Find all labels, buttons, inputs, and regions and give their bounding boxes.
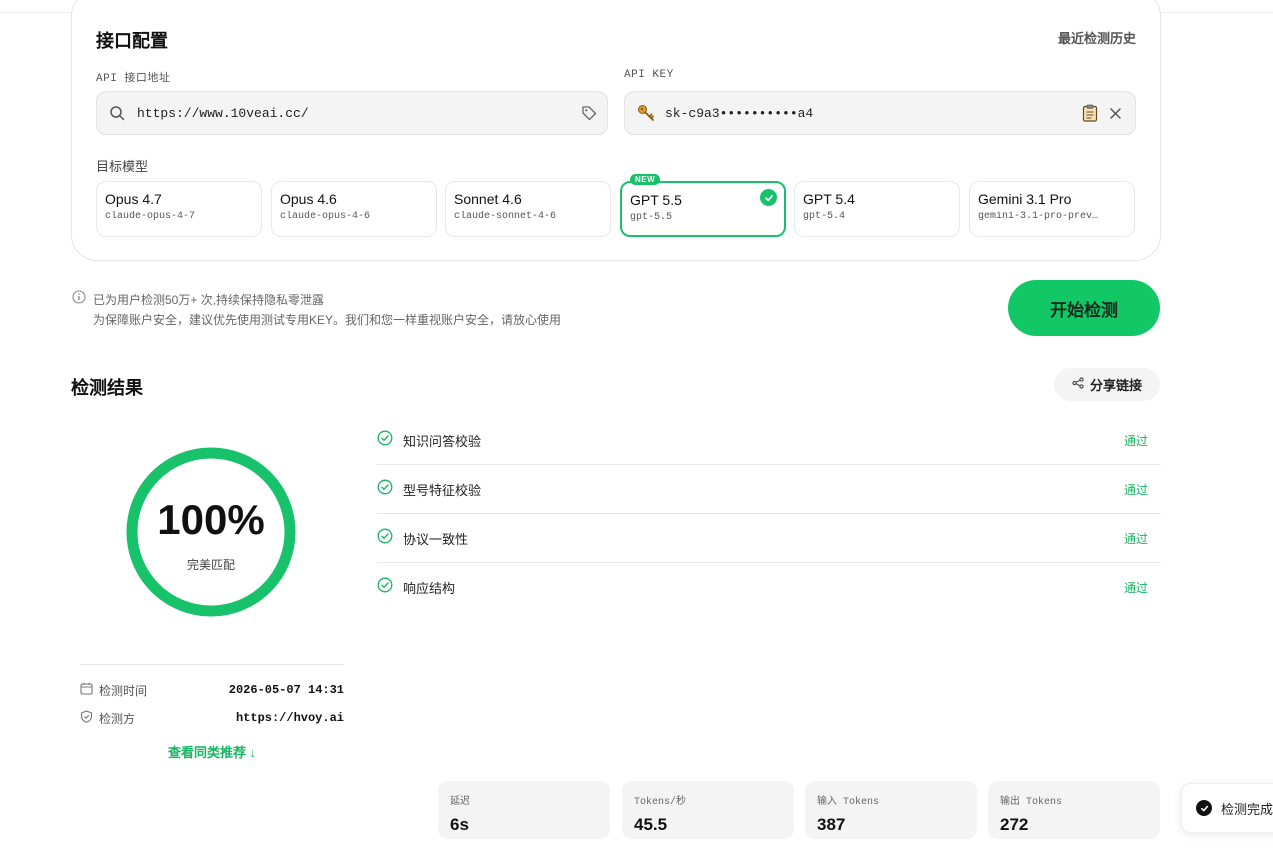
check-name: 知识问答校验 [403,433,482,449]
notice-line-1: 已为用户检测50万+ 次,持续保持隐私零泄露 [93,293,325,307]
model-id: gpt-5.5 [630,212,673,223]
shield-icon [80,710,93,726]
meta-divider [80,664,344,665]
config-card: 接口配置 最近检测历史 API 接口地址 https://www.10veai.… [71,0,1161,261]
models-label: 目标模型 [96,159,149,174]
score-percent: 100% [157,496,265,543]
model-id: claude-sonnet-4-6 [454,211,557,222]
check-row-response: 响应结构 通过 [377,563,1161,612]
share-link-button[interactable]: 分享链接 [1054,368,1160,401]
api-url-label: API 接口地址 [96,73,171,85]
privacy-notice: 已为用户检测50万+ 次,持续保持隐私零泄露 为保障账户安全，建议优先使用测试专… [72,290,561,330]
history-link[interactable]: 最近检测历史 [1058,28,1136,47]
toast-notification: 检测完成 [1181,783,1273,833]
model-name: Opus 4.6 [280,191,337,207]
check-time-value: 2026-05-07 14:31 [228,683,344,697]
stat-tokens-per-sec: Tokens/秒 45.5 [622,781,794,839]
check-icon [1196,800,1212,816]
model-card-opus-4-6[interactable]: Opus 4.6 claude-opus-4-6 [271,181,437,237]
stat-input-tokens: 输入 Tokens 387 [805,781,977,839]
results-title: 检测结果 [71,378,143,398]
model-card-gpt-5-5[interactable]: NEW GPT 5.5 gpt-5.5 [620,174,786,237]
calendar-icon [80,682,93,698]
stat-label: 延迟 [450,797,470,808]
config-title: 接口配置 [96,31,168,51]
stat-label: Tokens/秒 [634,797,687,808]
check-circle-icon [377,528,393,549]
tester-row: 检测方 https://hvoy.ai [80,709,344,727]
share-icon [1072,377,1084,392]
model-name: Gemini 3.1 Pro [978,191,1072,207]
model-name: GPT 5.5 [630,192,682,208]
check-name: 响应结构 [403,581,456,596]
check-name: 协议一致性 [403,531,469,547]
check-name: 型号特征校验 [403,482,482,498]
check-circle-icon [377,577,393,598]
api-key-field[interactable]: sk-c9a3••••••••••a4 [624,91,1136,135]
model-id: gpt-5.4 [803,211,846,222]
new-badge: NEW [630,174,661,185]
api-key-label: API KEY [624,69,674,81]
model-card-sonnet-4-6[interactable]: Sonnet 4.6 claude-sonnet-4-6 [445,181,611,237]
info-icon [72,290,86,310]
check-status: 通过 [1123,531,1148,546]
api-url-value: https://www.10veai.cc/ [137,105,309,121]
key-icon [637,104,655,122]
search-icon [109,105,125,121]
api-url-field[interactable]: https://www.10veai.cc/ [96,91,608,135]
model-id: claude-opus-4-7 [105,211,196,222]
check-circle-icon [377,430,393,451]
stat-label: 输出 Tokens [1000,797,1063,808]
tag-icon[interactable] [581,105,597,121]
check-status: 通过 [1123,433,1148,448]
check-row-model-feature: 型号特征校验 通过 [377,465,1161,514]
stat-output-tokens: 输出 Tokens 272 [988,781,1160,839]
model-name: Opus 4.7 [105,191,162,207]
check-status: 通过 [1123,482,1148,497]
score-label: 完美匹配 [186,558,235,572]
start-check-button[interactable]: 开始检测 [1008,280,1160,336]
model-card-gemini-3-1-pro[interactable]: Gemini 3.1 Pro gemini-3.1-pro-prev… [969,181,1135,237]
check-circle-icon [377,479,393,500]
check-row-knowledge: 知识问答校验 通过 [377,416,1161,465]
notice-line-2: 为保障账户安全，建议优先使用测试专用KEY。我们和您一样重视账户安全，请放心使用 [93,313,562,327]
model-id: gemini-3.1-pro-prev… [978,211,1099,222]
stat-latency: 延迟 6s [438,781,610,839]
model-name: GPT 5.4 [803,191,855,207]
stat-label: 输入 Tokens [817,797,880,808]
check-time-row: 检测时间 2026-05-07 14:31 [80,681,344,699]
stat-value: 6s [450,815,469,834]
model-card-gpt-5-4[interactable]: GPT 5.4 gpt-5.4 [794,181,960,237]
stat-value: 45.5 [634,815,668,834]
stat-value: 272 [1000,815,1029,834]
stat-value: 387 [817,815,846,834]
model-id: claude-opus-4-6 [280,211,371,222]
check-status: 通过 [1123,581,1148,595]
model-card-opus-4-7[interactable]: Opus 4.7 claude-opus-4-7 [96,181,262,237]
similar-recommend-link[interactable]: 查看同类推荐 ↓ [80,742,344,761]
tester-label: 检测方 [99,711,136,726]
tester-value: https://hvoy.ai [235,711,344,725]
api-key-value: sk-c9a3••••••••••a4 [665,105,814,121]
toast-text: 检测完成 [1221,801,1273,817]
share-label: 分享链接 [1089,378,1142,393]
check-time-label: 检测时间 [99,683,148,698]
check-row-protocol: 协议一致性 通过 [377,514,1161,563]
close-icon[interactable] [1110,107,1121,119]
clipboard-icon[interactable] [1082,104,1098,122]
model-name: Sonnet 4.6 [454,191,522,207]
selected-check-icon [760,189,777,206]
